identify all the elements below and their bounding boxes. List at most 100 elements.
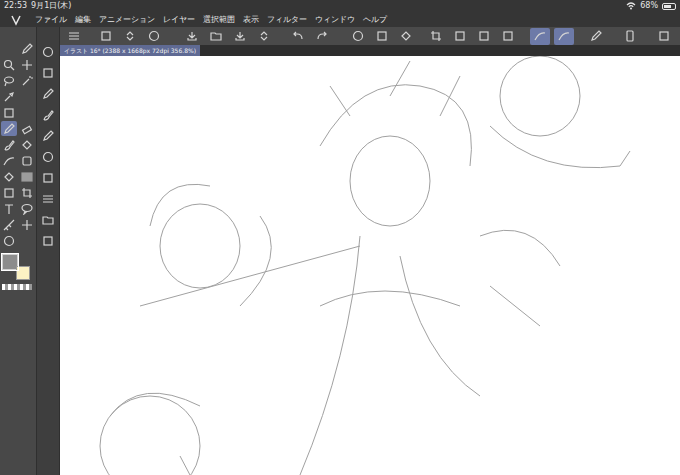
tool-button[interactable] [19, 233, 35, 248]
folder-icon [42, 214, 54, 226]
command-button[interactable] [530, 28, 550, 45]
command-button[interactable] [396, 28, 416, 45]
command-bar [60, 27, 680, 45]
battery-icon [662, 3, 676, 10]
document-tab[interactable]: イラスト 16* (2388 x 1668px 72dpi 356.8%) [60, 45, 200, 56]
menu-item[interactable]: フィルター [263, 12, 311, 27]
app-logo-icon[interactable] [9, 14, 23, 26]
menu-item[interactable]: 編集 [71, 12, 95, 27]
circle-icon [3, 235, 15, 247]
command-button[interactable] [206, 28, 226, 45]
circle-icon [352, 30, 364, 42]
tool-button[interactable] [1, 201, 17, 216]
command-button[interactable] [554, 28, 574, 45]
command-button[interactable] [120, 28, 140, 45]
sub-tool-button[interactable] [37, 188, 59, 209]
top-bar: 22:53 9月1日(木) 68% ファイル編集アニメーションレイヤー選択範囲表… [0, 0, 680, 27]
menu-item[interactable]: アニメーション [95, 12, 159, 27]
tool-button[interactable] [1, 73, 17, 88]
command-button[interactable] [348, 28, 368, 45]
move-icon [21, 219, 33, 231]
command-button[interactable] [182, 28, 202, 45]
save-icon [186, 30, 198, 42]
tool-button[interactable] [19, 169, 35, 184]
tool-button[interactable] [1, 169, 17, 184]
command-button[interactable] [586, 28, 606, 45]
menu-item[interactable]: ファイル [31, 12, 71, 27]
tool-button[interactable] [19, 57, 35, 72]
ruler-icon [3, 219, 15, 231]
tool-button[interactable] [1, 185, 17, 200]
command-button[interactable] [474, 28, 494, 45]
menu-item[interactable]: レイヤー [159, 12, 199, 27]
tool-button[interactable] [19, 201, 35, 216]
tool-button[interactable] [1, 41, 17, 56]
sub-tool-button[interactable] [37, 209, 59, 230]
menu-icon [42, 193, 54, 205]
menu-item[interactable]: 表示 [239, 12, 263, 27]
sub-tool-button[interactable] [37, 125, 59, 146]
move-icon [21, 59, 33, 71]
command-button[interactable] [450, 28, 470, 45]
tool-button[interactable] [19, 73, 35, 88]
command-button[interactable] [230, 28, 250, 45]
sub-color-swatch[interactable] [16, 266, 30, 280]
redo-icon [316, 30, 328, 42]
menu-item[interactable]: 選択範囲 [199, 12, 239, 27]
tool-button[interactable] [19, 105, 35, 120]
square-icon [376, 30, 388, 42]
status-bar: 22:53 9月1日(木) 68% [0, 0, 680, 12]
sub-tool-button[interactable] [37, 83, 59, 104]
tool-button[interactable] [1, 153, 17, 168]
tool-button[interactable] [1, 57, 17, 72]
menu-item[interactable]: ヘルプ [359, 12, 391, 27]
document-tab-label: イラスト 16* (2388 x 1668px 72dpi 356.8%) [64, 47, 196, 54]
tool-button[interactable] [1, 105, 17, 120]
tool-button[interactable] [19, 41, 35, 56]
canvas[interactable] [60, 56, 680, 475]
save-icon [234, 30, 246, 42]
updown-icon [258, 30, 270, 42]
command-button[interactable] [64, 28, 84, 45]
undo-icon [292, 30, 304, 42]
dropper-icon [3, 91, 15, 103]
sub-tool-button[interactable] [37, 230, 59, 251]
sub-tool-button[interactable] [37, 146, 59, 167]
transparent-color-swatch[interactable] [2, 284, 32, 290]
tool-button[interactable] [19, 137, 35, 152]
sub-tool-button[interactable] [37, 41, 59, 62]
sub-tool-button[interactable] [37, 104, 59, 125]
command-button[interactable] [254, 28, 274, 45]
text-icon [3, 203, 15, 215]
tool-button[interactable] [19, 89, 35, 104]
tool-button[interactable] [1, 121, 17, 136]
sub-tool-button[interactable] [37, 167, 59, 188]
wifi-icon [626, 2, 636, 10]
fill-icon [21, 139, 33, 151]
menu-item[interactable]: ウィンドウ [311, 12, 359, 27]
command-button[interactable] [620, 28, 640, 45]
command-button[interactable] [312, 28, 332, 45]
command-button[interactable] [96, 28, 116, 45]
tool-button[interactable] [19, 121, 35, 136]
command-button[interactable] [288, 28, 308, 45]
tool-button[interactable] [1, 217, 17, 232]
tool-button[interactable] [1, 89, 17, 104]
updown-icon [124, 30, 136, 42]
tool-button[interactable] [1, 233, 17, 248]
pen-icon [42, 130, 54, 142]
tool-button[interactable] [19, 217, 35, 232]
command-button[interactable] [426, 28, 446, 45]
sub-tool-button[interactable] [37, 62, 59, 83]
tool-button[interactable] [19, 185, 35, 200]
brush-icon [42, 109, 54, 121]
square-icon [478, 30, 490, 42]
command-button[interactable] [654, 28, 674, 45]
pen-icon [42, 88, 54, 100]
command-button[interactable] [498, 28, 518, 45]
pen-icon [590, 30, 602, 42]
command-button[interactable] [372, 28, 392, 45]
command-button[interactable] [144, 28, 164, 45]
tool-button[interactable] [1, 137, 17, 152]
tool-button[interactable] [19, 153, 35, 168]
